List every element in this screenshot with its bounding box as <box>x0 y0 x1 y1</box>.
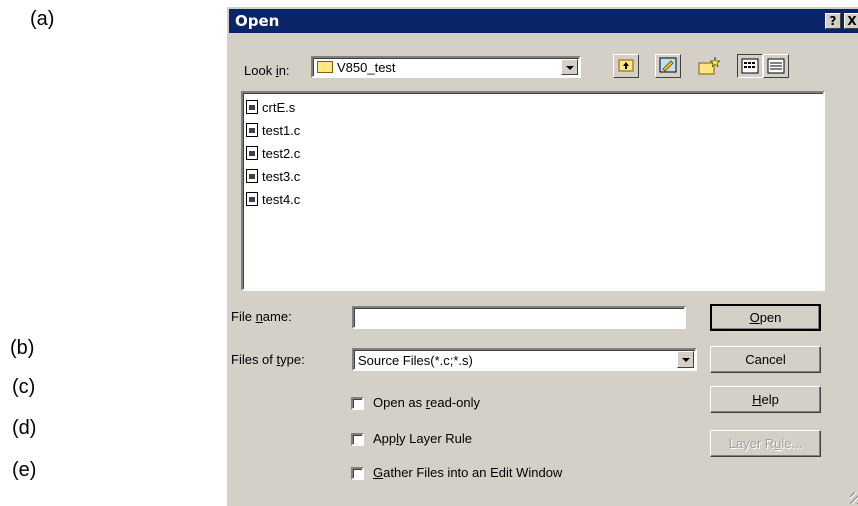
file-icon <box>246 169 258 183</box>
up-one-level-icon <box>618 59 634 72</box>
open-dialog: Open ? X Look in: V850_test crtE.s test1… <box>226 6 858 506</box>
look-in-combo[interactable]: V850_test <box>311 56 581 78</box>
gather-files-label: Gather Files into an Edit Window <box>373 465 563 480</box>
file-name-field[interactable] <box>352 306 686 329</box>
file-list[interactable]: crtE.s test1.c test2.c test3.c test4.c <box>241 91 825 291</box>
close-button[interactable]: X <box>844 13 858 29</box>
file-name: test2.c <box>262 146 301 161</box>
file-icon <box>246 123 258 137</box>
annotation-b: (b) <box>10 337 35 359</box>
file-icon <box>246 100 258 114</box>
files-of-type-label: Files of type: <box>231 352 305 367</box>
list-item[interactable]: crtE.s <box>246 100 295 118</box>
layer-rule-button[interactable]: Layer Rule... <box>710 430 821 457</box>
file-name: crtE.s <box>262 100 296 115</box>
desktop-button[interactable] <box>655 54 681 78</box>
list-item[interactable]: test4.c <box>246 192 300 210</box>
list-item[interactable]: test3.c <box>246 169 300 187</box>
gather-files-checkbox[interactable] <box>351 467 364 480</box>
look-in-dropdown-button[interactable] <box>561 59 578 75</box>
read-only-checkbox[interactable] <box>351 397 364 410</box>
list-item[interactable]: test2.c <box>246 146 300 164</box>
help-button[interactable]: Help <box>710 386 821 413</box>
annotation-d: (d) <box>12 417 37 439</box>
help-title-button[interactable]: ? <box>825 13 841 29</box>
list-item[interactable]: test1.c <box>246 123 300 141</box>
up-one-level-button[interactable] <box>613 54 639 78</box>
apply-layer-rule-label: Apply Layer Rule <box>373 431 473 446</box>
details-view-icon <box>767 58 785 74</box>
file-name-label: File name: <box>231 309 292 324</box>
files-of-type-combo[interactable]: Source Files(*.c;*.s) <box>352 348 697 371</box>
cancel-button[interactable]: Cancel <box>710 346 821 373</box>
file-icon <box>246 146 258 160</box>
new-folder-button[interactable] <box>695 54 721 78</box>
folder-icon <box>317 61 333 73</box>
desktop-icon <box>659 57 677 73</box>
file-name: test3.c <box>262 169 301 184</box>
resize-grip[interactable] <box>850 492 858 504</box>
details-view-button[interactable] <box>763 54 789 78</box>
list-view-icon <box>741 58 759 74</box>
look-in-value: V850_test <box>337 60 396 75</box>
apply-layer-rule-checkbox[interactable] <box>351 433 364 446</box>
open-button[interactable]: Open <box>710 304 821 331</box>
read-only-label: Open as read-only <box>373 395 480 410</box>
annotation-a: (a) <box>30 8 55 30</box>
annotation-c: (c) <box>12 376 36 398</box>
list-view-button[interactable] <box>737 54 763 78</box>
look-in-label: Look in: <box>244 63 290 78</box>
file-icon <box>246 192 258 206</box>
annotation-e: (e) <box>12 459 37 481</box>
new-folder-icon <box>698 56 721 75</box>
file-name: test1.c <box>262 123 301 138</box>
dialog-title: Open <box>235 12 280 30</box>
files-of-type-value: Source Files(*.c;*.s) <box>358 353 473 368</box>
files-of-type-dropdown-button[interactable] <box>677 351 694 368</box>
file-name: test4.c <box>262 192 301 207</box>
title-bar[interactable]: Open ? X <box>229 9 858 33</box>
look-in-display: V850_test <box>317 60 396 75</box>
